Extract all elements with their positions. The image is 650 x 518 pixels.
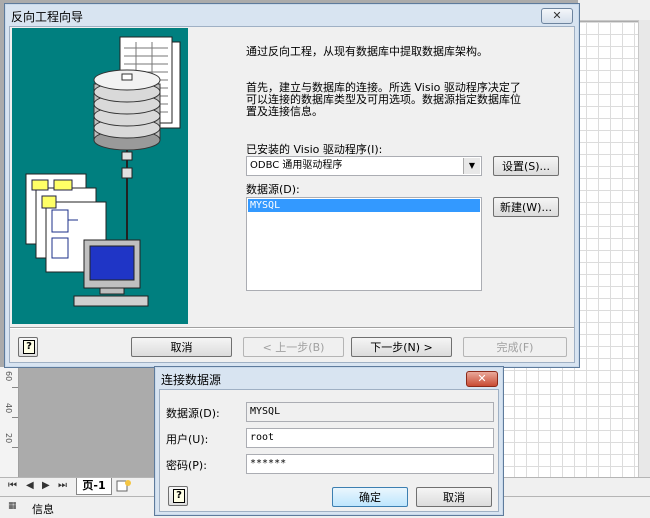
help-icon: ? bbox=[173, 489, 185, 503]
wizard-title: 反向工程向导 bbox=[11, 10, 84, 24]
driver-select-value: ODBC 通用驱动程序 bbox=[250, 160, 343, 171]
wizard-body: 通过反向工程，从现有数据库中提取数据库架构。 首先，建立与数据库的连接。所选 V… bbox=[9, 26, 575, 363]
user-field[interactable]: root bbox=[246, 428, 494, 448]
connect-body: 数据源(D): MYSQL 用户(U): root 密码(P): ****** … bbox=[159, 389, 499, 512]
connect-title: 连接数据源 bbox=[161, 373, 222, 387]
chevron-down-icon[interactable]: ▼ bbox=[463, 158, 480, 174]
description-line-3: 置及连接信息。 bbox=[246, 105, 323, 118]
close-button[interactable]: ✕ bbox=[466, 371, 498, 387]
new-datasource-button[interactable]: 新建(W)... bbox=[493, 197, 559, 217]
first-page-icon[interactable]: ⏮ bbox=[8, 480, 17, 491]
driver-select[interactable]: ODBC 通用驱动程序 ▼ bbox=[246, 156, 482, 176]
vertical-ruler: 60 40 20 bbox=[0, 367, 19, 477]
prev-page-icon[interactable]: ◀ bbox=[26, 480, 34, 491]
help-icon: ? bbox=[23, 340, 35, 354]
page-tab[interactable]: 页-1 bbox=[76, 478, 112, 495]
cancel-button[interactable]: 取消 bbox=[416, 487, 492, 507]
vertical-scrollbar[interactable] bbox=[638, 20, 650, 490]
connect-titlebar[interactable]: 连接数据源 ✕ bbox=[155, 367, 503, 389]
cancel-button[interactable]: 取消 bbox=[131, 337, 232, 357]
datasource-field: MYSQL bbox=[246, 402, 494, 422]
password-label: 密码(P): bbox=[166, 459, 207, 472]
datasource-label: 数据源(D): bbox=[246, 183, 300, 196]
status-text: 信息 bbox=[32, 503, 54, 516]
toolbar-strip bbox=[578, 0, 650, 21]
settings-button[interactable]: 设置(S)... bbox=[493, 156, 559, 176]
last-page-icon[interactable]: ⏭ bbox=[58, 480, 67, 491]
help-button[interactable]: ? bbox=[18, 337, 38, 357]
wizard-titlebar[interactable]: 反向工程向导 ✕ bbox=[5, 4, 579, 26]
help-button[interactable]: ? bbox=[168, 486, 188, 506]
next-button[interactable]: 下一步(N) > bbox=[351, 337, 452, 357]
datasource-list[interactable]: MYSQL bbox=[246, 197, 482, 291]
driver-label: 已安装的 Visio 驱动程序(I): bbox=[246, 143, 383, 156]
connect-datasource-dialog: 连接数据源 ✕ 数据源(D): MYSQL 用户(U): root 密码(P):… bbox=[154, 366, 504, 516]
intro-text: 通过反向工程，从现有数据库中提取数据库架构。 bbox=[246, 45, 488, 58]
reverse-engineering-wizard: 反向工程向导 ✕ 通过反向工程，从现有数据库中提取数据库架构。 首先，建立与数据… bbox=[4, 3, 580, 368]
back-button[interactable]: < 上一步(B) bbox=[243, 337, 344, 357]
database-illustration bbox=[25, 36, 181, 307]
divider bbox=[10, 327, 574, 329]
insert-page-icon[interactable] bbox=[116, 480, 132, 492]
password-field[interactable]: ****** bbox=[246, 454, 494, 474]
ruler-mark: 40 bbox=[4, 403, 13, 414]
datasource-label: 数据源(D): bbox=[166, 407, 220, 420]
ruler-mark: 60 bbox=[4, 371, 13, 382]
ok-button[interactable]: 确定 bbox=[332, 487, 408, 507]
status-icon: ▦ bbox=[8, 501, 17, 511]
page-area bbox=[20, 367, 154, 477]
ruler-mark: 20 bbox=[4, 433, 13, 444]
finish-button[interactable]: 完成(F) bbox=[463, 337, 567, 357]
close-button[interactable]: ✕ bbox=[541, 8, 573, 24]
user-label: 用户(U): bbox=[166, 433, 209, 446]
list-item[interactable]: MYSQL bbox=[248, 199, 480, 212]
wizard-illustration bbox=[12, 28, 188, 324]
next-page-icon[interactable]: ▶ bbox=[42, 480, 50, 491]
